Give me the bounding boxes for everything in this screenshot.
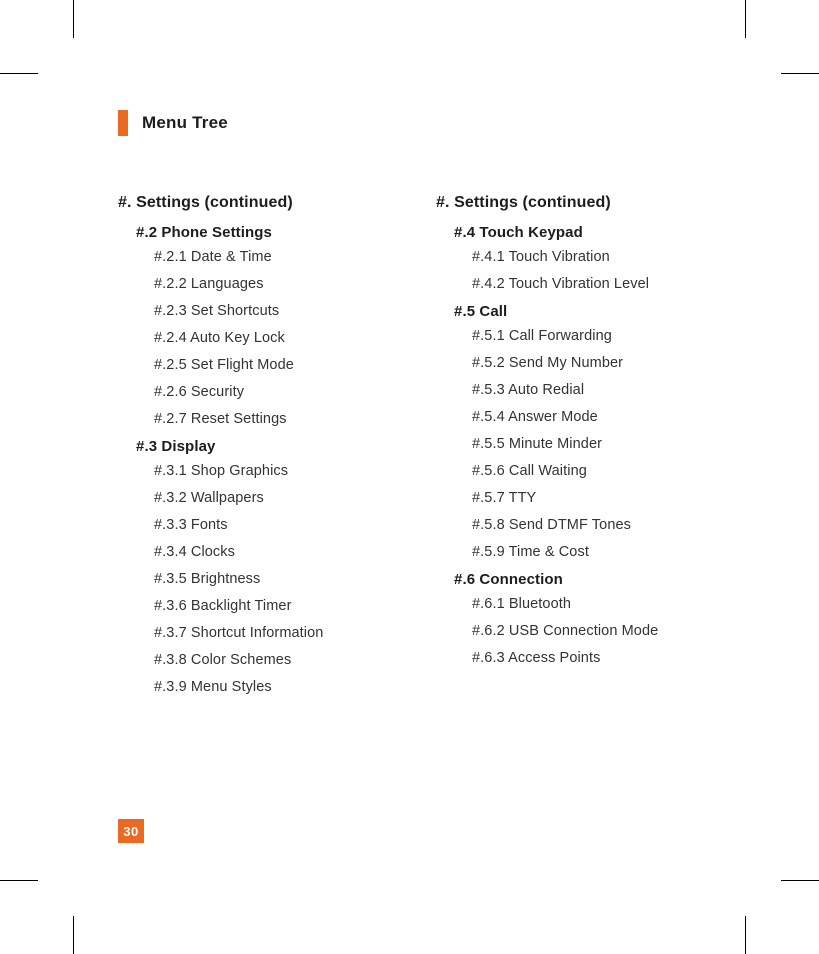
crop-mark (781, 880, 819, 881)
menu-item: #.2.7 Reset Settings (118, 411, 400, 427)
menu-group: #.3 Display #.3.1 Shop Graphics #.3.2 Wa… (118, 438, 400, 695)
menu-group: #.4 Touch Keypad #.4.1 Touch Vibration #… (436, 224, 718, 292)
crop-mark (0, 73, 38, 74)
page-number: 30 (118, 819, 144, 843)
menu-group: #.6 Connection #.6.1 Bluetooth #.6.2 USB… (436, 571, 718, 666)
right-column: #. Settings (continued) #.4 Touch Keypad… (436, 194, 718, 706)
menu-item: #.2.1 Date & Time (118, 249, 400, 265)
accent-bar-icon (118, 110, 128, 136)
menu-item: #.6.1 Bluetooth (436, 596, 718, 612)
menu-item: #.3.6 Backlight Timer (118, 598, 400, 614)
crop-mark (73, 916, 74, 954)
menu-item: #.5.3 Auto Redial (436, 382, 718, 398)
menu-item: #.3.1 Shop Graphics (118, 463, 400, 479)
menu-item: #.4.2 Touch Vibration Level (436, 276, 718, 292)
menu-item: #.5.9 Time & Cost (436, 544, 718, 560)
menu-item: #.2.4 Auto Key Lock (118, 330, 400, 346)
menu-item: #.2.3 Set Shortcuts (118, 303, 400, 319)
group-title: #.3 Display (118, 438, 400, 455)
group-title: #.4 Touch Keypad (436, 224, 718, 241)
crop-mark (0, 880, 38, 881)
menu-item: #.3.2 Wallpapers (118, 490, 400, 506)
menu-item: #.2.6 Security (118, 384, 400, 400)
crop-mark (781, 73, 819, 74)
left-column: #. Settings (continued) #.2 Phone Settin… (118, 194, 400, 706)
menu-item: #.2.5 Set Flight Mode (118, 357, 400, 373)
menu-item: #.3.3 Fonts (118, 517, 400, 533)
menu-group: #.5 Call #.5.1 Call Forwarding #.5.2 Sen… (436, 303, 718, 560)
crop-mark (745, 0, 746, 38)
page-content: Menu Tree #. Settings (continued) #.2 Ph… (118, 110, 718, 706)
menu-item: #.3.7 Shortcut Information (118, 625, 400, 641)
section-title: Menu Tree (142, 113, 228, 133)
menu-item: #.5.2 Send My Number (436, 355, 718, 371)
columns: #. Settings (continued) #.2 Phone Settin… (118, 194, 718, 706)
menu-item: #.5.1 Call Forwarding (436, 328, 718, 344)
menu-item: #.5.4 Answer Mode (436, 409, 718, 425)
menu-item: #.4.1 Touch Vibration (436, 249, 718, 265)
section-header: Menu Tree (118, 110, 718, 136)
menu-item: #.3.5 Brightness (118, 571, 400, 587)
menu-item: #.5.6 Call Waiting (436, 463, 718, 479)
group-title: #.6 Connection (436, 571, 718, 588)
menu-item: #.3.8 Color Schemes (118, 652, 400, 668)
crop-mark (73, 0, 74, 38)
menu-item: #.3.9 Menu Styles (118, 679, 400, 695)
column-heading: #. Settings (continued) (436, 194, 718, 212)
menu-item: #.5.5 Minute Minder (436, 436, 718, 452)
menu-item: #.3.4 Clocks (118, 544, 400, 560)
menu-item: #.5.8 Send DTMF Tones (436, 517, 718, 533)
crop-mark (745, 916, 746, 954)
column-heading: #. Settings (continued) (118, 194, 400, 212)
menu-item: #.6.3 Access Points (436, 650, 718, 666)
menu-item: #.2.2 Languages (118, 276, 400, 292)
group-title: #.5 Call (436, 303, 718, 320)
menu-item: #.6.2 USB Connection Mode (436, 623, 718, 639)
menu-item: #.5.7 TTY (436, 490, 718, 506)
group-title: #.2 Phone Settings (118, 224, 400, 241)
menu-group: #.2 Phone Settings #.2.1 Date & Time #.2… (118, 224, 400, 427)
